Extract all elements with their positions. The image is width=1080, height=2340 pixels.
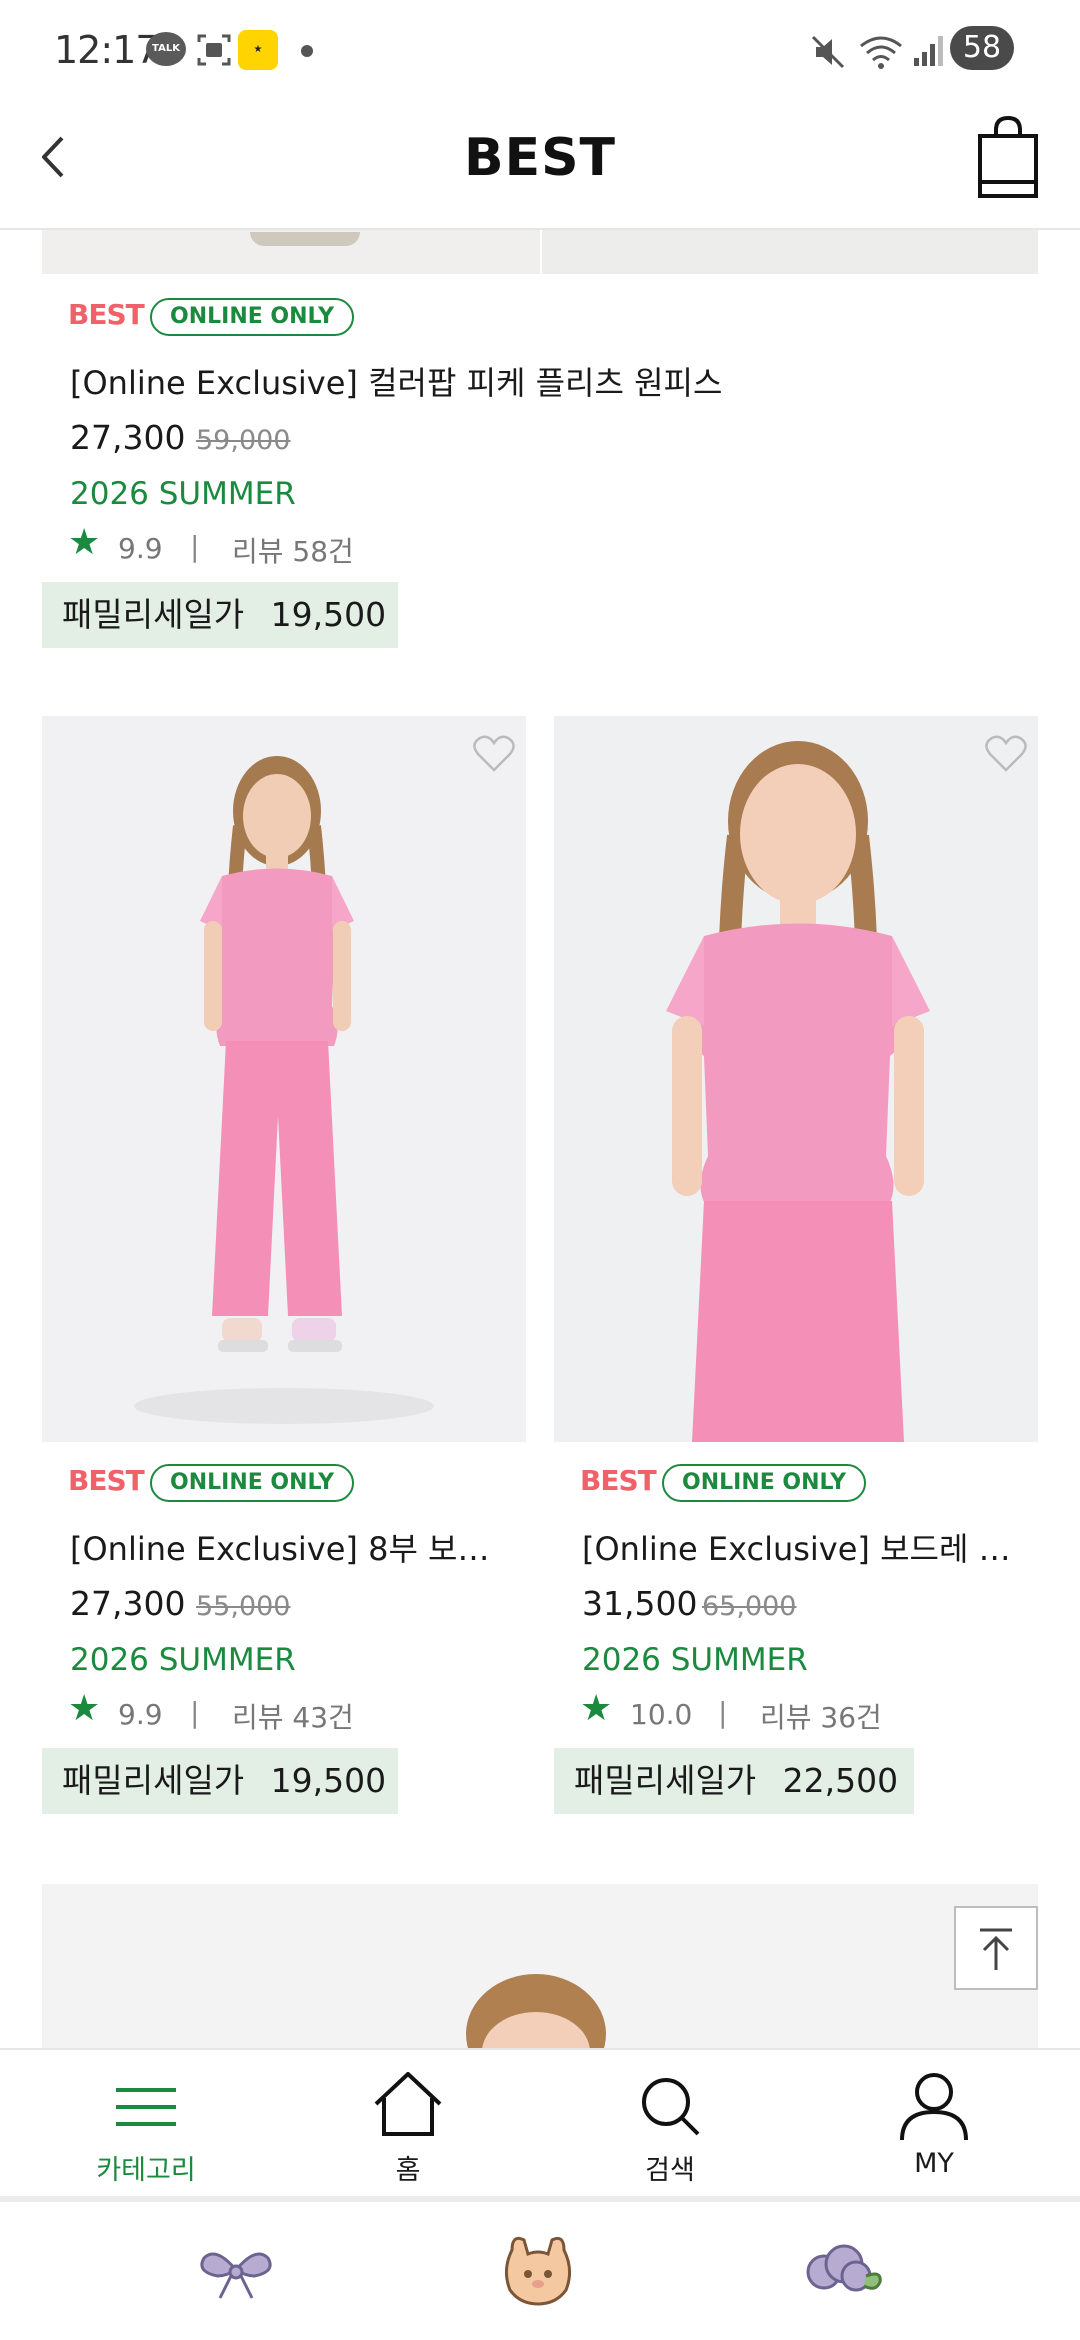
original-price: 59,000 [196, 425, 291, 456]
back-nav-button[interactable] [800, 2242, 884, 2298]
kakaotalk-icon: TALK [146, 32, 186, 66]
product-image[interactable] [554, 716, 1038, 1442]
girl-full-body-image [134, 756, 434, 1424]
season-label: 2026 SUMMER [70, 476, 296, 512]
product-image-top-right[interactable] [542, 230, 1038, 274]
girl-closeup-image [666, 741, 930, 1442]
home-button[interactable] [498, 2234, 578, 2306]
rating: 9.9 [118, 532, 163, 565]
system-navigation-bar [0, 2202, 1080, 2340]
wifi-icon [860, 36, 902, 69]
star-icon: ★ [68, 522, 101, 563]
product-name[interactable]: [Online Exclusive] 보드레 … [582, 1524, 1042, 1570]
star-icon: ★ [580, 1688, 613, 1729]
family-sale-price: 패밀리세일가 22,500 [554, 1748, 914, 1814]
review-count: 리뷰 43건 [232, 1701, 354, 1734]
product-name[interactable]: [Online Exclusive] 컬러팝 피케 플리츠 원피스 [70, 358, 1030, 404]
best-badge: BEST [68, 298, 145, 331]
wishlist-heart-button[interactable] [984, 734, 1028, 774]
product-badges: BEST ONLINE ONLY [68, 298, 468, 336]
product-image-detail [250, 232, 360, 246]
review-count: 리뷰 58건 [232, 535, 354, 568]
sale-price: 27,300 [70, 418, 186, 457]
separator: | [190, 1696, 200, 1729]
nav-item-category[interactable]: 카테고리 [46, 2050, 246, 2200]
status-bar: 12:17 TALK ★ 58 [0, 0, 1080, 100]
best-badge: BEST [580, 1464, 657, 1497]
best-badge: BEST [68, 1464, 145, 1497]
app-header: BEST [0, 100, 1080, 230]
product-name[interactable]: [Online Exclusive] 8부 보… [70, 1524, 530, 1570]
online-only-badge: ONLINE ONLY [662, 1464, 867, 1502]
sale-price: 31,500 [582, 1584, 698, 1623]
arrow-up-icon [980, 1928, 1012, 1970]
family-sale-value: 19,500 [270, 1761, 387, 1800]
nav-item-search[interactable]: 검색 [570, 2050, 770, 2200]
page-title: BEST [463, 128, 617, 188]
nav-label: 카테고리 [96, 2155, 196, 2186]
nav-label: 홈 [395, 2155, 421, 2186]
family-sale-value: 22,500 [782, 1761, 899, 1800]
star-icon: ★ [68, 1688, 101, 1729]
app-notification-icon: ★ [238, 30, 278, 70]
shopping-bag-button[interactable] [972, 114, 1044, 200]
online-only-badge: ONLINE ONLY [150, 298, 355, 336]
menu-icon [116, 2088, 176, 2126]
nav-label: 검색 [645, 2155, 695, 2186]
girl-hair-image [466, 1974, 606, 2050]
person-icon [900, 2073, 968, 2140]
season-label: 2026 SUMMER [582, 1642, 808, 1678]
bottom-navigation: 카테고리 홈 검색 MY [0, 2048, 1080, 2200]
product-image[interactable] [42, 1884, 1038, 2050]
nav-item-home[interactable]: 홈 [308, 2050, 508, 2200]
family-sale-value: 19,500 [270, 595, 387, 634]
scroll-to-top-button[interactable] [954, 1906, 1038, 1990]
product-image[interactable] [42, 716, 526, 1442]
season-label: 2026 SUMMER [70, 1642, 296, 1678]
separator: | [718, 1696, 728, 1729]
mute-icon [811, 35, 845, 69]
product-badges: BEST ONLINE ONLY [68, 1464, 468, 1502]
recent-apps-button[interactable] [196, 2242, 276, 2302]
family-sale-price: 패밀리세일가 19,500 [42, 582, 398, 648]
rating: 10.0 [630, 1698, 693, 1731]
sale-price: 27,300 [70, 1584, 186, 1623]
family-sale-label: 패밀리세일가 [574, 1761, 757, 1800]
online-only-badge: ONLINE ONLY [150, 1464, 355, 1502]
review-count: 리뷰 36건 [760, 1701, 882, 1734]
search-icon [642, 2078, 700, 2136]
family-sale-price: 패밀리세일가 19,500 [42, 1748, 398, 1814]
more-notifications-dot [301, 45, 313, 57]
family-sale-label: 패밀리세일가 [62, 1761, 245, 1800]
status-time: 12:17 [54, 28, 160, 72]
original-price: 65,000 [702, 1591, 797, 1622]
wishlist-heart-button[interactable] [472, 734, 516, 774]
battery-indicator: 58 [950, 26, 1014, 70]
nav-item-my[interactable]: MY [834, 2050, 1034, 2200]
rating: 9.9 [118, 1698, 163, 1731]
product-badges: BEST ONLINE ONLY [580, 1464, 980, 1502]
signal-icon [914, 36, 943, 66]
nav-label: MY [914, 2148, 954, 2179]
family-sale-label: 패밀리세일가 [62, 595, 245, 634]
screenshot-icon [197, 34, 231, 66]
separator: | [190, 530, 200, 563]
original-price: 55,000 [196, 1591, 291, 1622]
home-icon [374, 2072, 442, 2136]
